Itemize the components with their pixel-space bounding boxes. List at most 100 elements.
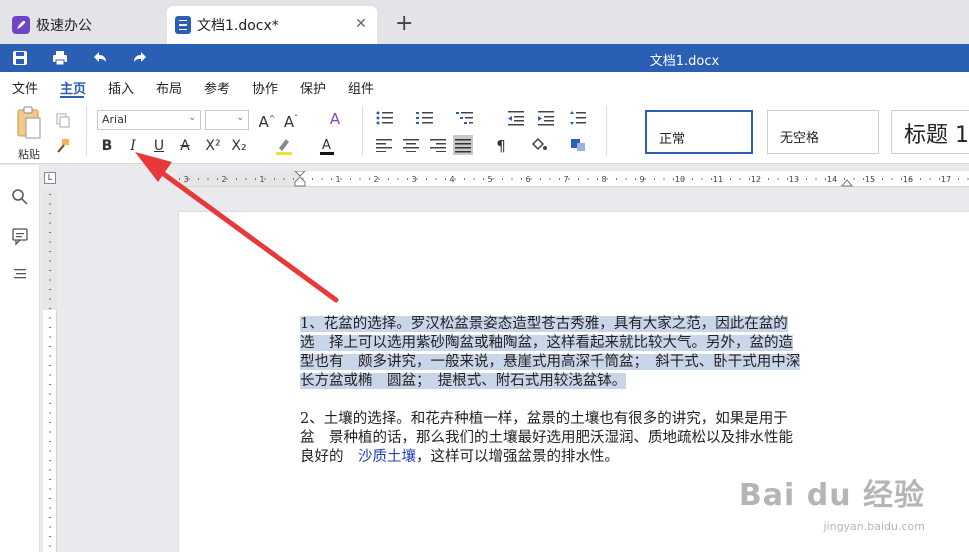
- ruler-label: 11: [713, 175, 723, 184]
- watermark-url: jingyan.baidu.com: [823, 520, 925, 533]
- multilevel-list-icon[interactable]: [456, 110, 474, 126]
- indent-marker[interactable]: [294, 171, 306, 187]
- comment-icon[interactable]: [10, 226, 30, 246]
- justify-icon[interactable]: [453, 135, 473, 155]
- ruler-tick: [853, 178, 855, 180]
- tab-stop-selector[interactable]: L: [44, 172, 56, 184]
- ruler-label: 9: [639, 175, 644, 184]
- ruler-tick: [350, 178, 351, 180]
- menu-insert[interactable]: 插入: [108, 78, 134, 97]
- ruler-tick: [321, 178, 323, 180]
- italic-button[interactable]: I: [124, 137, 142, 155]
- vertical-ruler[interactable]: [43, 190, 57, 552]
- tab-document[interactable]: 文档1.docx* ✕: [167, 6, 377, 44]
- shading-icon[interactable]: [530, 136, 548, 154]
- ruler-tick: [245, 178, 247, 180]
- increase-font-icon[interactable]: A^: [258, 110, 276, 131]
- new-tab-button[interactable]: +: [395, 12, 413, 36]
- increase-indent-icon[interactable]: [538, 110, 554, 126]
- navigation-icon[interactable]: [10, 264, 30, 284]
- highlight-icon[interactable]: [274, 136, 298, 156]
- ruler-tick: [939, 178, 940, 180]
- ruler-tick: [559, 178, 560, 180]
- paragraph-1[interactable]: 1、花盆的选择。罗汉松盆景姿态造型苍古秀雅，具有大家之范，因此在盆的 选 择上可…: [300, 315, 848, 391]
- ruler-tick: [777, 178, 779, 180]
- ruler-tick: [958, 178, 959, 180]
- font-size-select[interactable]: ⌄: [205, 110, 249, 130]
- ruler-tick: [49, 488, 51, 490]
- ruler-tick: [806, 178, 807, 180]
- ruler-tick: [49, 232, 51, 233]
- right-indent-marker[interactable]: [841, 175, 853, 187]
- ruler-tick: [397, 178, 399, 180]
- ruler-tick: [49, 222, 51, 224]
- ruler-tick: [49, 365, 51, 366]
- ruler-tick: [388, 178, 389, 180]
- ruler-label: 7: [563, 175, 568, 184]
- separator: [86, 106, 87, 156]
- copy-icon[interactable]: [55, 112, 71, 128]
- ruler-tick: [739, 178, 741, 180]
- menu-references[interactable]: 参考: [204, 78, 230, 97]
- ruler-tick: [49, 336, 51, 338]
- linked-text[interactable]: 沙质土壤: [358, 449, 416, 465]
- menu-collaborate[interactable]: 协作: [252, 78, 278, 97]
- align-center-icon[interactable]: [403, 138, 419, 152]
- menu-protect[interactable]: 保护: [300, 78, 326, 97]
- close-icon[interactable]: ✕: [353, 16, 369, 32]
- bullet-list-icon[interactable]: [376, 110, 394, 126]
- ruler-tick: [426, 178, 427, 180]
- font-family-select[interactable]: Arial ⌄: [97, 110, 201, 130]
- clear-format-icon[interactable]: A: [326, 110, 344, 128]
- numbered-list-icon[interactable]: [416, 110, 434, 126]
- paragraph-2[interactable]: 2、土壤的选择。和花卉种植一样，盆景的土壤也有很多的讲究，如果是用于 盆 景种植…: [300, 410, 848, 467]
- ruler-tick: [568, 178, 570, 180]
- ruler-tick: [49, 374, 51, 376]
- text-line: 选 择上可以选用紫砂陶盆或釉陶盆，这样看起来就比较大气。另外，盆的造: [300, 334, 848, 353]
- align-left-icon[interactable]: [376, 138, 392, 152]
- ruler-label: 2: [221, 175, 226, 184]
- watermark-logo: Bai du 经验: [738, 478, 925, 513]
- ruler-tick: [49, 298, 51, 300]
- ruler-tick: [445, 178, 446, 180]
- ruler-tick: [720, 178, 722, 180]
- format-painter-icon[interactable]: [55, 138, 71, 154]
- style-no-spacing[interactable]: 无空格: [767, 110, 879, 154]
- ruler-tick: [815, 178, 817, 180]
- style-normal[interactable]: 正常: [645, 110, 753, 154]
- menu-home[interactable]: 主页: [60, 78, 86, 97]
- ruler-tick: [49, 460, 51, 461]
- style-heading-1[interactable]: 标题 1: [891, 110, 969, 154]
- strikethrough-button[interactable]: A: [176, 137, 194, 155]
- font-color-icon[interactable]: A: [318, 136, 342, 156]
- menu-plugins[interactable]: 组件: [348, 78, 374, 97]
- left-sidebar: [0, 165, 40, 552]
- ruler-tick: [948, 178, 950, 180]
- underline-button[interactable]: U: [150, 137, 168, 155]
- ruler-label: 3: [183, 175, 188, 184]
- search-icon[interactable]: [10, 187, 30, 207]
- horizontal-ruler[interactable]: 3 2 1 1 2 3 4 5 6 7 8 9 10 11 12 13 14 15 16 17: [179, 171, 969, 187]
- decrease-indent-icon[interactable]: [508, 110, 524, 126]
- ruler-label: 15: [865, 175, 875, 184]
- decrease-font-icon[interactable]: Aˇ: [282, 110, 300, 131]
- ruler-tick: [49, 203, 51, 205]
- title-bar: 文档1.docx: [0, 44, 969, 72]
- borders-icon[interactable]: [570, 136, 586, 152]
- menu-layout[interactable]: 布局: [156, 78, 182, 97]
- ruler-tick: [49, 384, 51, 385]
- ruler-tick: [283, 178, 285, 180]
- subscript-button[interactable]: X₂: [228, 137, 250, 155]
- bold-button[interactable]: B: [98, 137, 116, 155]
- ruler-tick: [616, 178, 617, 180]
- superscript-button[interactable]: X²: [202, 137, 224, 155]
- ruler-label: 8: [601, 175, 606, 184]
- tab-home[interactable]: 极速办公: [0, 6, 160, 44]
- paragraph-mark-icon[interactable]: ¶: [492, 137, 510, 155]
- line-spacing-icon[interactable]: [570, 110, 586, 126]
- align-right-icon[interactable]: [430, 138, 446, 152]
- menu-file[interactable]: 文件: [12, 78, 38, 97]
- paste-button[interactable]: [12, 102, 46, 145]
- ruler-tick: [274, 178, 275, 180]
- ruler-tick: [236, 178, 237, 180]
